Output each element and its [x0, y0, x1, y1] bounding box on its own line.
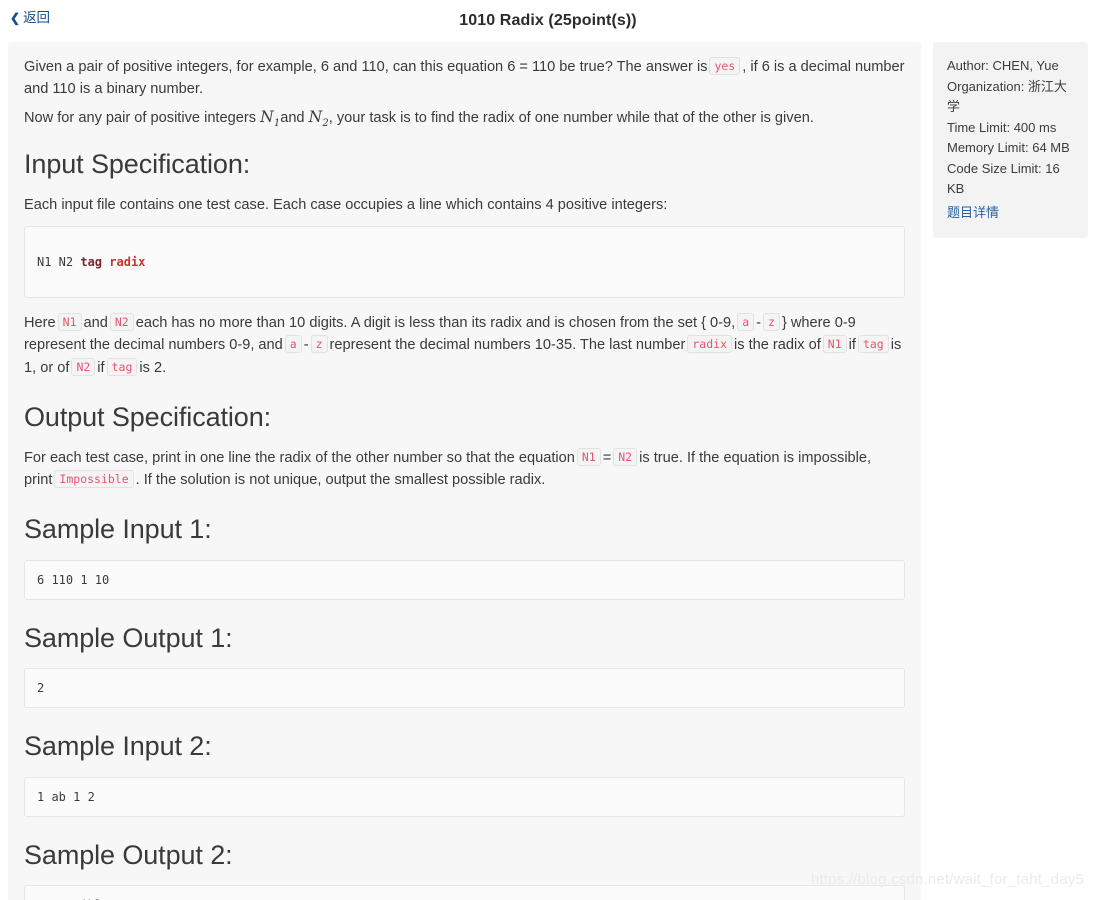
intro-text-5: , your task is to find the radix of one … — [328, 110, 814, 127]
inline-code-z-2: z — [310, 335, 328, 354]
inline-code-a-1: a — [737, 313, 755, 332]
code-token-radix: radix — [109, 255, 146, 270]
inline-code-tag-1: tag — [857, 335, 889, 354]
inline-code-n2-c: N2 — [613, 448, 638, 467]
chevron-left-icon: ❮ — [10, 10, 21, 25]
details-dash-2: - — [303, 337, 309, 354]
heading-sample-input-2: Sample Input 2: — [24, 731, 212, 762]
math-variable-n1-base: N — [260, 108, 274, 127]
problem-intro-paragraph-1: Given a pair of positive integers, for e… — [24, 56, 905, 100]
heading-sample-output-2: Sample Output 2: — [24, 839, 233, 870]
code-token-plain: N1 N2 — [37, 255, 81, 270]
inline-code-z-1: z — [763, 313, 780, 332]
heading-input-specification: Input Specification: — [24, 148, 251, 179]
meta-time-limit: Time Limit: 400 ms — [947, 119, 1057, 135]
details-text-1: Here — [24, 315, 56, 332]
details-text-7: if — [848, 337, 856, 354]
math-variable-n1: N1 — [260, 108, 280, 129]
math-variable-n2: N2 — [308, 108, 329, 129]
inline-code-n1-c: N1 — [576, 448, 601, 467]
math-variable-n2-base: N — [308, 108, 323, 127]
intro-text-4: and — [280, 110, 305, 127]
inline-code-a-2: a — [284, 335, 302, 354]
meta-author: Author: CHEN, Yue — [947, 58, 1059, 73]
sample-output-1-code: 2 — [24, 668, 905, 709]
input-spec-text: Each input file contains one test case. … — [24, 197, 668, 214]
details-text-2: and — [83, 315, 108, 332]
heading-sample-input-1: Sample Input 1: — [24, 514, 212, 545]
details-text-3: each has no more than 10 digits. A digit… — [135, 315, 736, 332]
inline-code-impossible: Impossible — [54, 470, 134, 489]
output-text-1: For each test case, print in one line th… — [24, 450, 575, 467]
inline-code-tag-2: tag — [106, 357, 138, 376]
intro-text-1: Given a pair of positive integers, for e… — [24, 59, 708, 75]
output-equals-sign: = — [602, 450, 612, 467]
inline-code-radix: radix — [687, 335, 732, 354]
details-text-9: if — [97, 359, 105, 376]
details-dash-1: - — [756, 315, 762, 332]
back-link[interactable]: ❮ 返回 — [10, 11, 50, 25]
inline-code-n2-a: N2 — [109, 313, 134, 332]
intro-text-3: Now for any pair of positive integers — [24, 110, 256, 127]
heading-output-specification: Output Specification: — [24, 401, 272, 432]
details-text-10: is 2. — [139, 359, 167, 376]
problem-intro-paragraph-2: Now for any pair of positive integers N1… — [24, 106, 905, 131]
details-text-5: represent the decimal numbers 10-35. The… — [329, 337, 686, 354]
page-header: ❮ 返回 1010 Radix (25point(s)) — [0, 0, 1096, 42]
input-format-code-block: N1 N2 tag radix — [24, 226, 905, 299]
meta-organization: Organization: 浙江大学 — [947, 78, 1067, 115]
sample-output-2-code: Impossible — [24, 885, 905, 900]
page-title: 1010 Radix (25point(s)) — [459, 12, 637, 29]
problem-detail-link[interactable]: 题目详情 — [947, 202, 999, 221]
inline-code-n1-b: N1 — [822, 335, 847, 354]
meta-code-size-limit: Code Size Limit: 16 KB — [947, 160, 1060, 197]
details-text-6: is the radix of — [734, 337, 821, 354]
back-link-label: 返回 — [23, 10, 51, 25]
sample-input-1-code: 6 110 1 10 — [24, 559, 905, 600]
meta-memory-limit: Memory Limit: 64 MB — [947, 140, 1070, 156]
problem-content-panel: Given a pair of positive integers, for e… — [8, 42, 921, 900]
code-token-tag: tag — [80, 255, 103, 270]
input-spec-details: Here N1 and N2 each has no more than 10 digi… — [24, 312, 905, 379]
output-text-3: . If the solution is not unique, output … — [135, 472, 546, 489]
output-spec-text: For each test case, print in one line th… — [24, 447, 905, 491]
heading-sample-output-1: Sample Output 1: — [24, 622, 233, 653]
inline-code-n2-b: N2 — [71, 357, 96, 376]
sample-input-2-code: 1 ab 1 2 — [24, 776, 905, 817]
inline-code-yes: yes — [709, 57, 741, 75]
page-layout: Given a pair of positive integers, for e… — [0, 42, 1096, 900]
problem-meta-panel: Author: CHEN, Yue Organization: 浙江大学 Tim… — [933, 42, 1088, 238]
inline-code-n1-a: N1 — [57, 313, 82, 332]
